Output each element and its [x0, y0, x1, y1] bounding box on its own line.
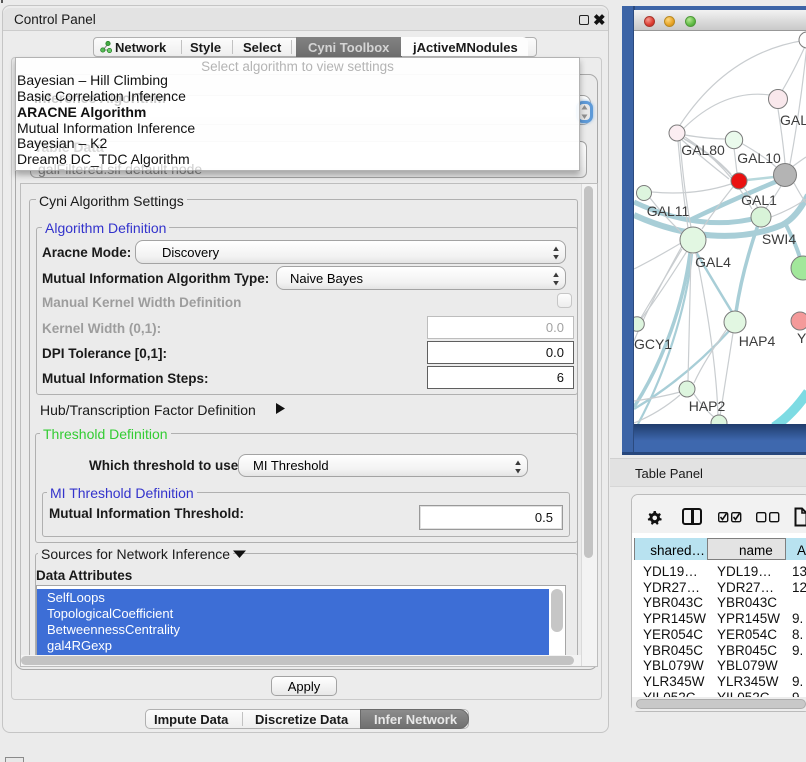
svg-text:HAP2: HAP2 — [689, 398, 726, 414]
svg-text:SWI4: SWI4 — [762, 231, 796, 247]
svg-text:GAL4: GAL4 — [695, 254, 731, 270]
svg-text:GAL1: GAL1 — [741, 192, 777, 208]
svg-text:GAL10: GAL10 — [737, 150, 781, 166]
svg-text:HAP4: HAP4 — [739, 333, 776, 349]
svg-text:GAL80: GAL80 — [681, 142, 725, 158]
svg-text:GAL11: GAL11 — [647, 203, 690, 219]
svg-text:YJ: YJ — [797, 330, 806, 346]
svg-text:GAL7: GAL7 — [780, 112, 806, 128]
svg-text:GCY1: GCY1 — [634, 336, 672, 352]
